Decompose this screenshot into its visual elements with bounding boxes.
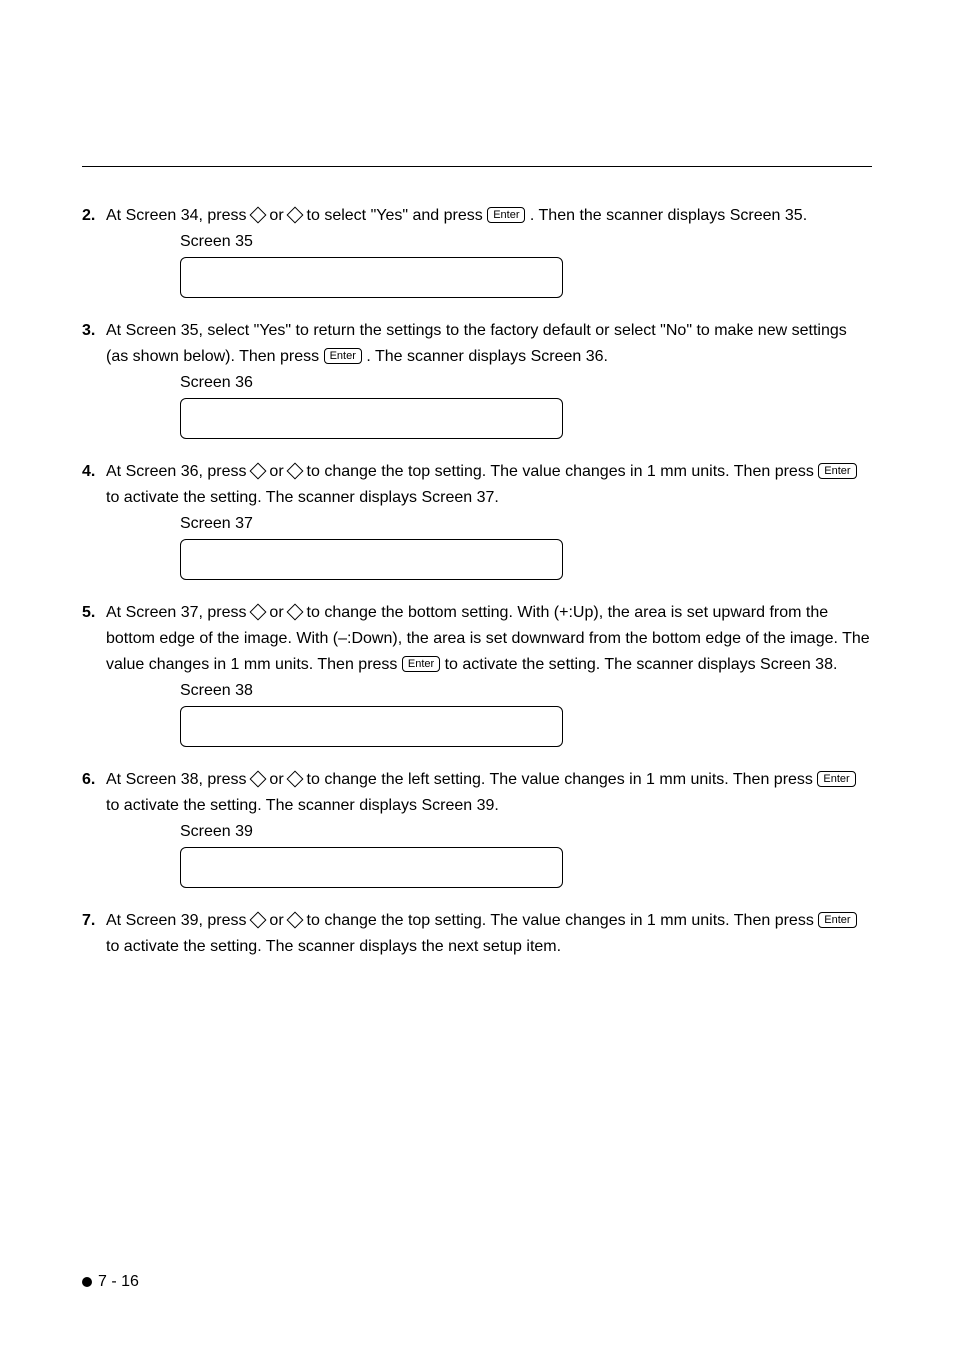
diamond-icon [249,463,266,480]
step-number: 6. [82,767,106,793]
step-body: At Screen 35, select "Yes" to return the… [106,318,872,370]
screen-box [180,398,563,439]
step-number: 2. [82,203,106,229]
step-line: 3.At Screen 35, select "Yes" to return t… [82,318,872,370]
step-text: At Screen 37, press or to change the bot… [106,600,872,678]
step: 7.At Screen 39, press or to change the t… [82,908,872,960]
step-text: At Screen 35, select "Yes" to return the… [106,318,872,370]
enter-key-icon: Enter [818,912,856,928]
step-number: 3. [82,318,106,344]
screen-box [180,539,563,580]
step-body: At Screen 37, press or to change the bot… [106,600,872,678]
step-number: 7. [82,908,106,934]
step-body: At Screen 38, press or to change the lef… [106,767,872,819]
enter-key-icon: Enter [402,656,440,672]
page: 2.At Screen 34, press or to select "Yes"… [0,0,954,1351]
screen-label: Screen 37 [180,515,872,533]
step-line: 6.At Screen 38, press or to change the l… [82,767,872,819]
diamond-icon [249,912,266,929]
step-body: At Screen 34, press or to select "Yes" a… [106,203,872,229]
step-line: 5.At Screen 37, press or to change the b… [82,600,872,678]
step-text: At Screen 39, press or to change the top… [106,908,872,960]
step: 6.At Screen 38, press or to change the l… [82,767,872,888]
enter-key-icon: Enter [818,463,856,479]
step-number: 5. [82,600,106,626]
screen-box [180,706,563,747]
screen-label: Screen 38 [180,682,872,700]
diamond-icon [287,207,304,224]
step: 4.At Screen 36, press or to change the t… [82,459,872,580]
step: 3.At Screen 35, select "Yes" to return t… [82,318,872,439]
page-footer: 7 - 16 [82,1273,139,1291]
step: 2.At Screen 34, press or to select "Yes"… [82,203,872,298]
page-number: 7 - 16 [98,1273,139,1291]
enter-key-icon: Enter [817,771,855,787]
diamond-icon [249,207,266,224]
step-body: At Screen 36, press or to change the top… [106,459,872,511]
enter-key-icon: Enter [324,348,362,364]
step-text: At Screen 36, press or to change the top… [106,459,872,511]
step-line: 7.At Screen 39, press or to change the t… [82,908,872,960]
step-text: At Screen 34, press or to select "Yes" a… [106,203,872,229]
screen-label: Screen 35 [180,233,872,251]
screen-box [180,257,563,298]
step-body: At Screen 39, press or to change the top… [106,908,872,960]
steps-list: 2.At Screen 34, press or to select "Yes"… [82,203,872,960]
step: 5.At Screen 37, press or to change the b… [82,600,872,747]
diamond-icon [287,771,304,788]
top-rule [82,166,872,167]
step-text: At Screen 38, press or to change the lef… [106,767,872,819]
screen-label: Screen 36 [180,374,872,392]
screen-label: Screen 39 [180,823,872,841]
step-line: 2.At Screen 34, press or to select "Yes"… [82,203,872,229]
footer-bullet-icon [82,1277,92,1287]
enter-key-icon: Enter [487,207,525,223]
diamond-icon [287,604,304,621]
diamond-icon [249,604,266,621]
screen-box [180,847,563,888]
diamond-icon [287,912,304,929]
diamond-icon [287,463,304,480]
step-line: 4.At Screen 36, press or to change the t… [82,459,872,511]
diamond-icon [249,771,266,788]
step-number: 4. [82,459,106,485]
